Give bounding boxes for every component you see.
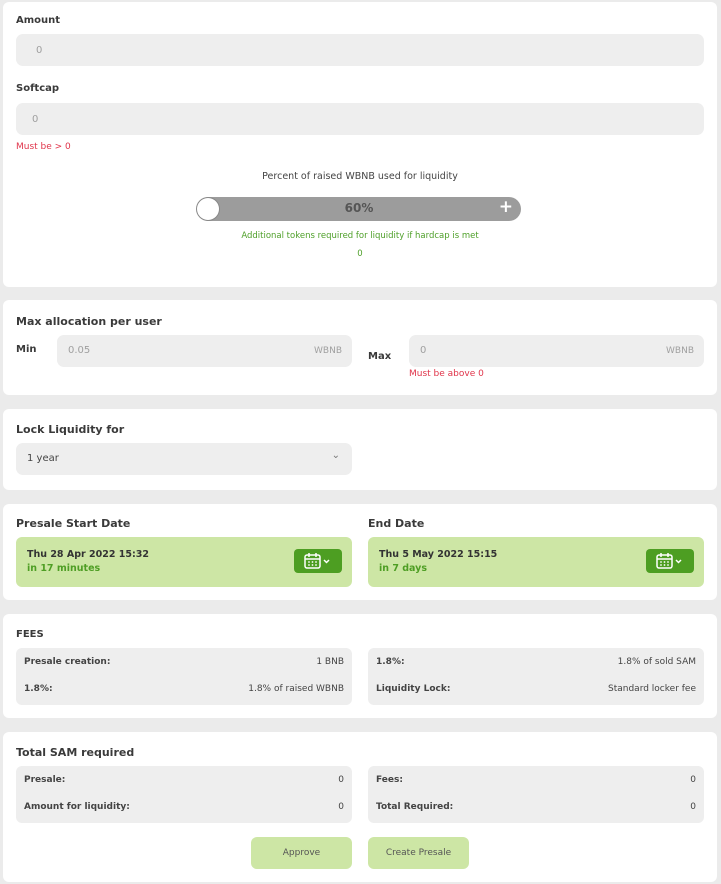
fee-label: 1.8%: [24, 684, 53, 694]
total-value: 0 [338, 775, 344, 785]
fee-label: Liquidity Lock: [376, 684, 451, 694]
fees-right-box: 1.8%: 1.8% of sold SAM Liquidity Lock: S… [368, 648, 704, 705]
lock-duration-select[interactable]: 1 year ⌄ [16, 443, 352, 475]
dates-card: Presale Start Date End Date Thu 28 Apr 2… [3, 504, 717, 600]
liquidity-tokens-note: Additional tokens required for liquidity… [241, 231, 479, 241]
total-label: Amount for liquidity: [24, 802, 130, 812]
max-allocation-error: Must be above 0 [409, 369, 484, 379]
min-label: Min [16, 344, 37, 355]
fee-label: 1.8%: [376, 657, 405, 667]
total-title: Total SAM required [16, 746, 135, 759]
fee-value: 1.8% of sold SAM [617, 657, 696, 667]
total-left-box: Presale: 0 Amount for liquidity: 0 [16, 766, 352, 823]
start-date-value: Thu 28 Apr 2022 15:32 [27, 549, 149, 560]
amount-input[interactable] [16, 34, 704, 66]
slider-percent-value: 60% [344, 201, 374, 215]
fees-left-box: Presale creation: 1 BNB 1.8%: 1.8% of ra… [16, 648, 352, 705]
total-value: 0 [690, 775, 696, 785]
end-date-title: End Date [368, 517, 425, 530]
liquidity-tokens-value: 0 [357, 249, 363, 259]
total-value: 0 [690, 802, 696, 812]
softcap-label: Softcap [16, 83, 60, 94]
calendar-icon [304, 553, 330, 569]
fee-value: Standard locker fee [608, 684, 696, 694]
start-date-title: Presale Start Date [16, 517, 131, 530]
end-date-value: Thu 5 May 2022 15:15 [379, 549, 498, 560]
allocation-card: Max allocation per user Min 0.05 WBNB Ma… [3, 300, 717, 395]
allocation-title: Max allocation per user [16, 315, 162, 328]
start-calendar-button[interactable] [294, 549, 342, 573]
total-value: 0 [338, 802, 344, 812]
softcap-error: Must be > 0 [16, 142, 71, 152]
presale-settings-card: Amount Softcap Must be > 0 Percent of ra… [3, 2, 717, 287]
fees-title: FEES [16, 629, 44, 640]
total-right-box: Fees: 0 Total Required: 0 [368, 766, 704, 823]
end-calendar-button[interactable] [646, 549, 694, 573]
min-allocation-unit: WBNB [314, 346, 342, 356]
max-allocation-input[interactable]: 0 WBNB [409, 335, 704, 367]
min-allocation-input[interactable]: 0.05 WBNB [57, 335, 352, 367]
softcap-input[interactable] [16, 103, 704, 135]
liquidity-percent-slider[interactable]: 60% + [197, 197, 521, 221]
total-label: Fees: [376, 775, 403, 785]
create-presale-button[interactable]: Create Presale [368, 837, 469, 869]
approve-button[interactable]: Approve [251, 837, 352, 869]
total-label: Presale: [24, 775, 66, 785]
plus-icon[interactable]: + [499, 197, 513, 217]
max-label: Max [368, 351, 392, 362]
fee-value: 1 BNB [316, 657, 344, 667]
lock-liquidity-title: Lock Liquidity for [16, 423, 125, 436]
end-date-relative: in 7 days [379, 563, 428, 574]
lock-liquidity-card: Lock Liquidity for 1 year ⌄ [3, 409, 717, 490]
total-required-card: Total SAM required Presale: 0 Amount for… [3, 732, 717, 882]
amount-label: Amount [16, 15, 61, 26]
max-allocation-unit: WBNB [666, 346, 694, 356]
max-allocation-value: 0 [420, 345, 427, 356]
lock-duration-value: 1 year [27, 453, 59, 464]
liquidity-percent-title: Percent of raised WBNB used for liquidit… [262, 171, 458, 182]
total-label: Total Required: [376, 802, 454, 812]
fee-label: Presale creation: [24, 657, 111, 667]
end-date-picker[interactable]: Thu 5 May 2022 15:15 in 7 days [368, 537, 704, 587]
chevron-down-icon: ⌄ [331, 450, 340, 461]
fees-card: FEES Presale creation: 1 BNB 1.8%: 1.8% … [3, 614, 717, 718]
start-date-picker[interactable]: Thu 28 Apr 2022 15:32 in 17 minutes [16, 537, 352, 587]
fee-value: 1.8% of raised WBNB [248, 684, 344, 694]
calendar-icon [656, 553, 682, 569]
start-date-relative: in 17 minutes [27, 563, 101, 574]
min-allocation-value: 0.05 [68, 345, 91, 356]
